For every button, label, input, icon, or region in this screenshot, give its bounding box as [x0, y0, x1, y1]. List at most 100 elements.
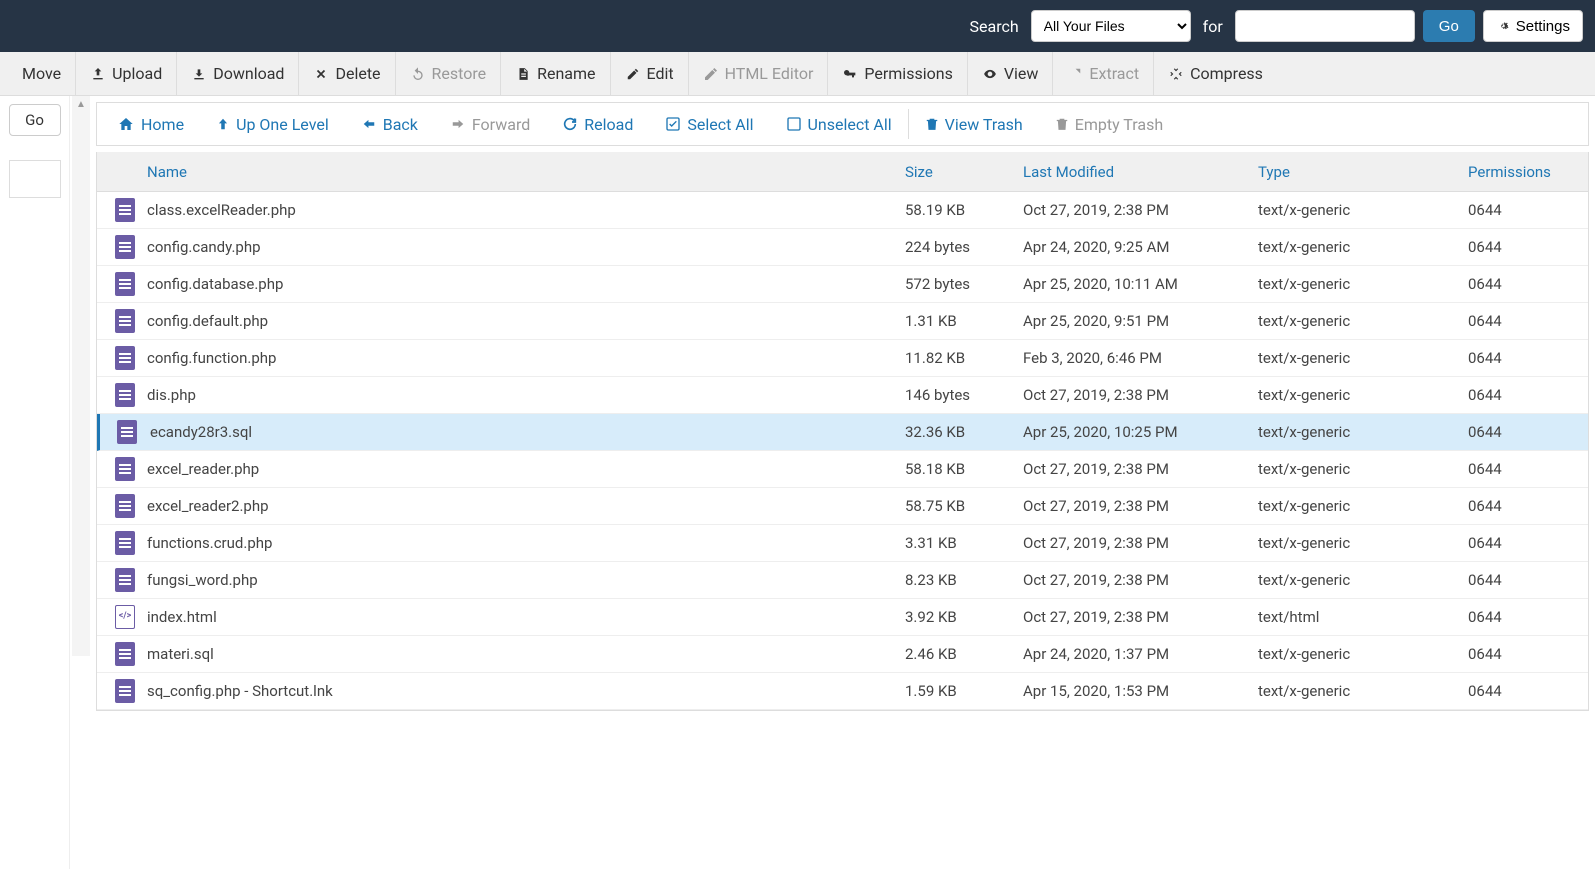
up-arrow-icon	[216, 116, 230, 132]
file-type: text/x-generic	[1258, 386, 1468, 404]
file-type: text/x-generic	[1258, 312, 1468, 330]
table-row[interactable]: config.database.php572 bytesApr 25, 2020…	[97, 266, 1588, 303]
delete-icon	[313, 66, 329, 82]
file-type: text/x-generic	[1258, 645, 1468, 663]
file-name: config.function.php	[143, 349, 905, 367]
table-row[interactable]: ecandy28r3.sql32.36 KBApr 25, 2020, 10:2…	[97, 414, 1588, 451]
edit-button[interactable]: Edit	[611, 52, 689, 96]
file-type: text/x-generic	[1258, 238, 1468, 256]
table-row[interactable]: dis.php146 bytesOct 27, 2019, 2:38 PMtex…	[97, 377, 1588, 414]
upload-icon	[90, 66, 106, 82]
file-icon-cell	[97, 383, 143, 407]
table-row[interactable]: class.excelReader.php58.19 KBOct 27, 201…	[97, 192, 1588, 229]
upload-button[interactable]: Upload	[76, 52, 177, 96]
file-icon	[115, 457, 135, 481]
tree-placeholder	[9, 160, 61, 198]
search-go-button[interactable]: Go	[1423, 10, 1475, 42]
table-row[interactable]: config.candy.php224 bytesApr 24, 2020, 9…	[97, 229, 1588, 266]
left-scroll-track[interactable]: ▲	[72, 96, 90, 656]
file-size: 2.46 KB	[905, 645, 1023, 663]
file-type: text/x-generic	[1258, 497, 1468, 515]
file-size: 8.23 KB	[905, 571, 1023, 589]
col-size-header[interactable]: Size	[905, 163, 1023, 181]
file-name: materi.sql	[143, 645, 905, 663]
file-modified: Apr 25, 2020, 10:11 AM	[1023, 275, 1258, 293]
search-input[interactable]	[1235, 10, 1415, 42]
col-perm-header[interactable]: Permissions	[1468, 163, 1588, 181]
file-size: 58.75 KB	[905, 497, 1023, 515]
reload-button[interactable]: Reload	[546, 104, 649, 144]
file-icon	[115, 309, 135, 333]
file-permissions: 0644	[1468, 201, 1588, 219]
unselect-all-button[interactable]: Unselect All	[770, 104, 908, 144]
up-one-level-button[interactable]: Up One Level	[200, 104, 345, 144]
extract-button: Extract	[1053, 52, 1154, 96]
rename-button[interactable]: Rename	[501, 52, 610, 96]
file-permissions: 0644	[1468, 534, 1588, 552]
table-row[interactable]: config.function.php11.82 KBFeb 3, 2020, …	[97, 340, 1588, 377]
col-name-header[interactable]: Name	[143, 163, 905, 181]
file-size: 32.36 KB	[905, 423, 1023, 441]
file-type: text/x-generic	[1258, 423, 1468, 441]
top-bar: Search All Your Files for Go Settings	[0, 0, 1595, 52]
move-button[interactable]: Move	[8, 52, 76, 96]
file-icon	[115, 531, 135, 555]
empty-trash-button: Empty Trash	[1039, 104, 1179, 144]
col-type-header[interactable]: Type	[1258, 163, 1468, 181]
reload-icon	[562, 116, 578, 132]
main-area: Go ▲ Home Up One Level Back Forward	[0, 96, 1595, 869]
delete-button[interactable]: Delete	[299, 52, 395, 96]
table-row[interactable]: functions.crud.php3.31 KBOct 27, 2019, 2…	[97, 525, 1588, 562]
file-modified: Oct 27, 2019, 2:38 PM	[1023, 386, 1258, 404]
file-permissions: 0644	[1468, 312, 1588, 330]
checkbox-checked-icon	[665, 116, 681, 132]
file-icon	[115, 494, 135, 518]
for-label: for	[1203, 17, 1223, 36]
view-trash-button[interactable]: View Trash	[909, 104, 1039, 144]
table-row[interactable]: excel_reader.php58.18 KBOct 27, 2019, 2:…	[97, 451, 1588, 488]
table-row[interactable]: config.default.php1.31 KBApr 25, 2020, 9…	[97, 303, 1588, 340]
file-rows-container: class.excelReader.php58.19 KBOct 27, 201…	[97, 192, 1588, 710]
left-go-button[interactable]: Go	[9, 104, 61, 136]
extract-icon	[1067, 66, 1083, 82]
search-label: Search	[970, 17, 1019, 36]
file-name: excel_reader.php	[143, 460, 905, 478]
file-type: text/x-generic	[1258, 571, 1468, 589]
back-button[interactable]: Back	[345, 104, 434, 144]
back-arrow-icon	[361, 117, 377, 131]
file-type: text/x-generic	[1258, 201, 1468, 219]
rename-icon	[515, 66, 531, 82]
table-row[interactable]: materi.sql2.46 KBApr 24, 2020, 1:37 PMte…	[97, 636, 1588, 673]
compress-button[interactable]: Compress	[1154, 52, 1277, 96]
file-type: text/x-generic	[1258, 534, 1468, 552]
file-type: text/x-generic	[1258, 682, 1468, 700]
settings-button[interactable]: Settings	[1483, 10, 1583, 42]
file-permissions: 0644	[1468, 497, 1588, 515]
permissions-button[interactable]: Permissions	[828, 52, 967, 96]
col-modified-header[interactable]: Last Modified	[1023, 163, 1258, 181]
table-row[interactable]: sq_config.php - Shortcut.lnk1.59 KBApr 1…	[97, 673, 1588, 710]
file-name: ecandy28r3.sql	[146, 423, 905, 441]
file-name: functions.crud.php	[143, 534, 905, 552]
file-size: 58.18 KB	[905, 460, 1023, 478]
file-permissions: 0644	[1468, 682, 1588, 700]
table-row[interactable]: excel_reader2.php58.75 KBOct 27, 2019, 2…	[97, 488, 1588, 525]
trash-icon	[925, 116, 939, 132]
key-icon	[842, 66, 858, 82]
restore-button: Restore	[396, 52, 502, 96]
file-type: text/x-generic	[1258, 275, 1468, 293]
view-button[interactable]: View	[968, 52, 1054, 96]
file-size: 572 bytes	[905, 275, 1023, 293]
search-scope-select[interactable]: All Your Files	[1031, 10, 1191, 42]
home-button[interactable]: Home	[101, 104, 200, 144]
download-button[interactable]: Download	[177, 52, 299, 96]
left-panel: Go	[0, 96, 70, 869]
file-icon	[117, 420, 137, 444]
file-size: 11.82 KB	[905, 349, 1023, 367]
file-icon-cell	[97, 494, 143, 518]
file-icon-cell	[100, 420, 146, 444]
select-all-button[interactable]: Select All	[649, 104, 769, 144]
file-icon	[115, 346, 135, 370]
table-row[interactable]: index.html3.92 KBOct 27, 2019, 2:38 PMte…	[97, 599, 1588, 636]
table-row[interactable]: fungsi_word.php8.23 KBOct 27, 2019, 2:38…	[97, 562, 1588, 599]
